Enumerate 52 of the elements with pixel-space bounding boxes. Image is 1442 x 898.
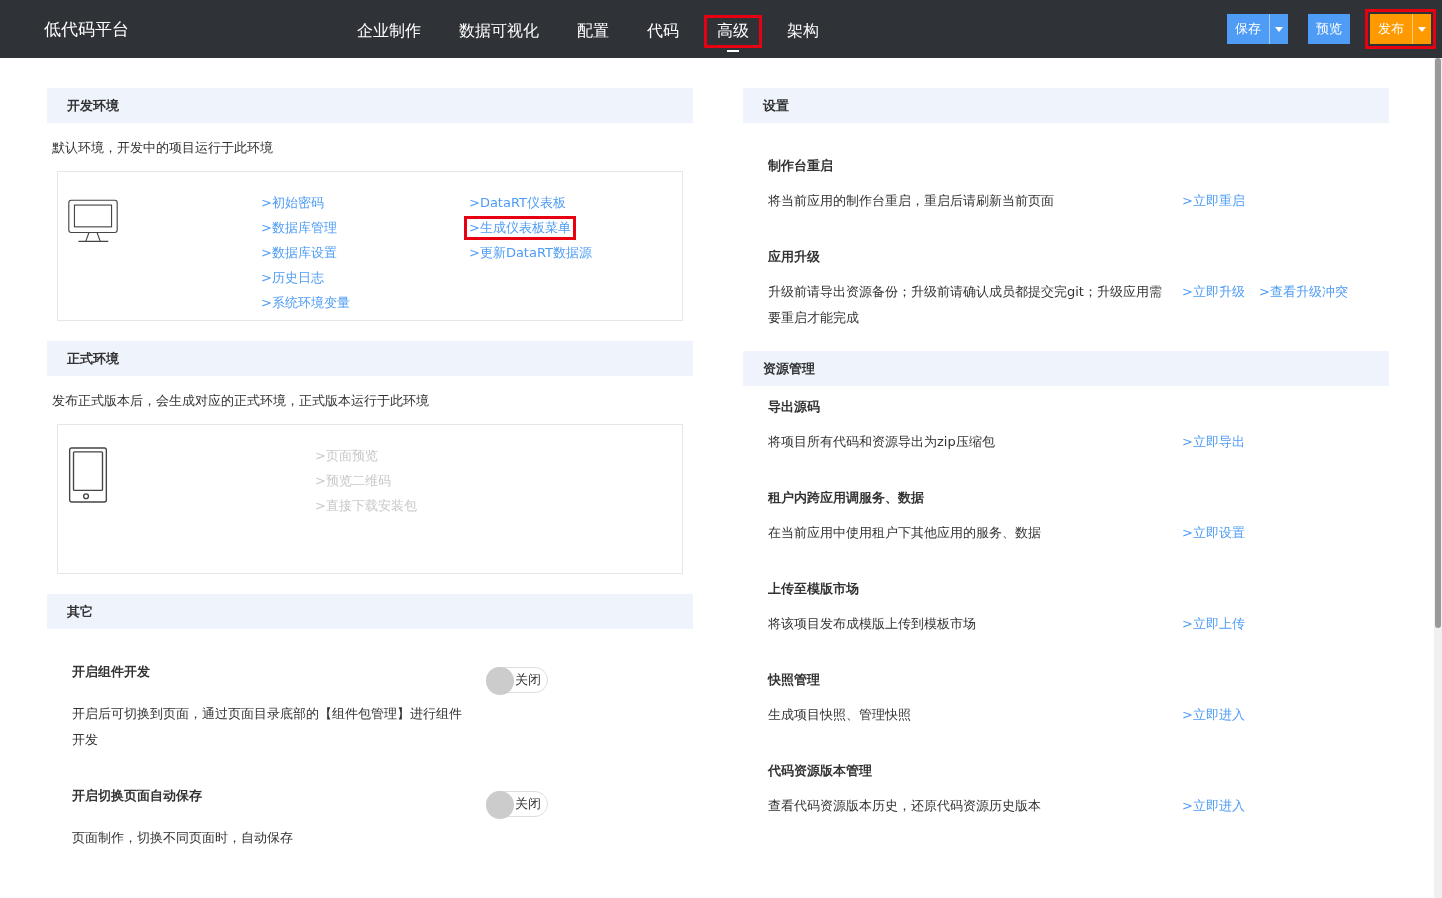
action-link[interactable]: >立即设置: [1182, 520, 1245, 546]
link[interactable]: >DataRT仪表板: [464, 191, 571, 215]
action-link[interactable]: >立即升级: [1182, 279, 1245, 305]
setting-description: 将该项目发布成模版上传到模板市场: [768, 615, 977, 633]
action-link[interactable]: >查看升级冲突: [1258, 279, 1348, 305]
setting-description: 查看代码资源版本历史，还原代码资源历史版本: [768, 797, 1042, 815]
action-link[interactable]: >立即进入: [1182, 793, 1245, 819]
caret-icon: [1275, 26, 1283, 32]
setting-description: 生成项目快照、管理快照: [768, 706, 912, 724]
nav-tab[interactable]: 代码: [634, 6, 692, 52]
nav-tab[interactable]: 数据可视化: [446, 6, 552, 52]
setting-description: 将当前应用的制作台重启，重启后请刷新当前页面: [768, 192, 1055, 210]
section-description: 发布正式版本后，会生成对应的正式环境，正式版本运行于此环境: [51, 392, 430, 410]
setting-title: 导出源码: [768, 398, 821, 416]
setting-title: 制作台重启: [768, 157, 834, 175]
setting-description: 页面制作，切换不同页面时，自动保存: [72, 829, 294, 847]
setting-title: 开启切换页面自动保存: [72, 787, 203, 805]
action-link[interactable]: >立即进入: [1182, 702, 1245, 728]
nav-tab[interactable]: 架构: [774, 6, 832, 52]
link[interactable]: >历史日志: [256, 266, 329, 290]
setting-title: 租户内跨应用调服务、数据: [768, 489, 925, 507]
setting-description: 在当前应用中使用租户下其他应用的服务、数据: [768, 524, 1042, 542]
link[interactable]: >生成仪表板菜单: [464, 216, 576, 240]
link[interactable]: >数据库管理: [256, 216, 342, 240]
link[interactable]: >系统环境变量: [256, 291, 355, 315]
section-header: 资源管理: [743, 351, 1389, 386]
setting-title: 应用升级: [768, 248, 821, 266]
action-link[interactable]: >立即上传: [1182, 611, 1245, 637]
nav-tab[interactable]: 企业制作: [344, 6, 434, 52]
setting-title: 开启组件开发: [72, 663, 151, 681]
split-button[interactable]: 发布: [1365, 9, 1436, 49]
section-header: 开发环境: [47, 88, 693, 123]
setting-description: 将项目所有代码和资源导出为zip压缩包: [768, 433, 996, 451]
link[interactable]: >初始密码: [256, 191, 329, 215]
app-title: 低代码平台: [44, 17, 130, 41]
setting-description: 开启后可切换到页面，通过页面目录底部的【组件包管理】进行组件开发: [72, 705, 463, 749]
tablet-icon: [68, 447, 108, 503]
setting-title: 快照管理: [768, 671, 821, 689]
section-header: 设置: [743, 88, 1389, 123]
link[interactable]: >更新DataRT数据源: [464, 241, 597, 265]
action-link[interactable]: >立即重启: [1182, 188, 1245, 214]
link[interactable]: >数据库设置: [256, 241, 342, 265]
caret-icon: [1418, 26, 1426, 32]
section-description: 默认环境，开发中的项目运行于此环境: [51, 139, 274, 157]
setting-title: 代码资源版本管理: [768, 762, 873, 780]
setting-title: 上传至模版市场: [768, 580, 860, 598]
scrollbar[interactable]: [1434, 58, 1442, 898]
action-link[interactable]: >立即导出: [1182, 429, 1245, 455]
section-header: 正式环境: [47, 341, 693, 376]
section-header: 其它: [47, 594, 693, 629]
nav-tab[interactable]: 配置: [564, 6, 622, 52]
setting-description: 升级前请导出资源备份；升级前请确认成员都提交完git；升级应用需要重启才能完成: [768, 283, 1163, 327]
